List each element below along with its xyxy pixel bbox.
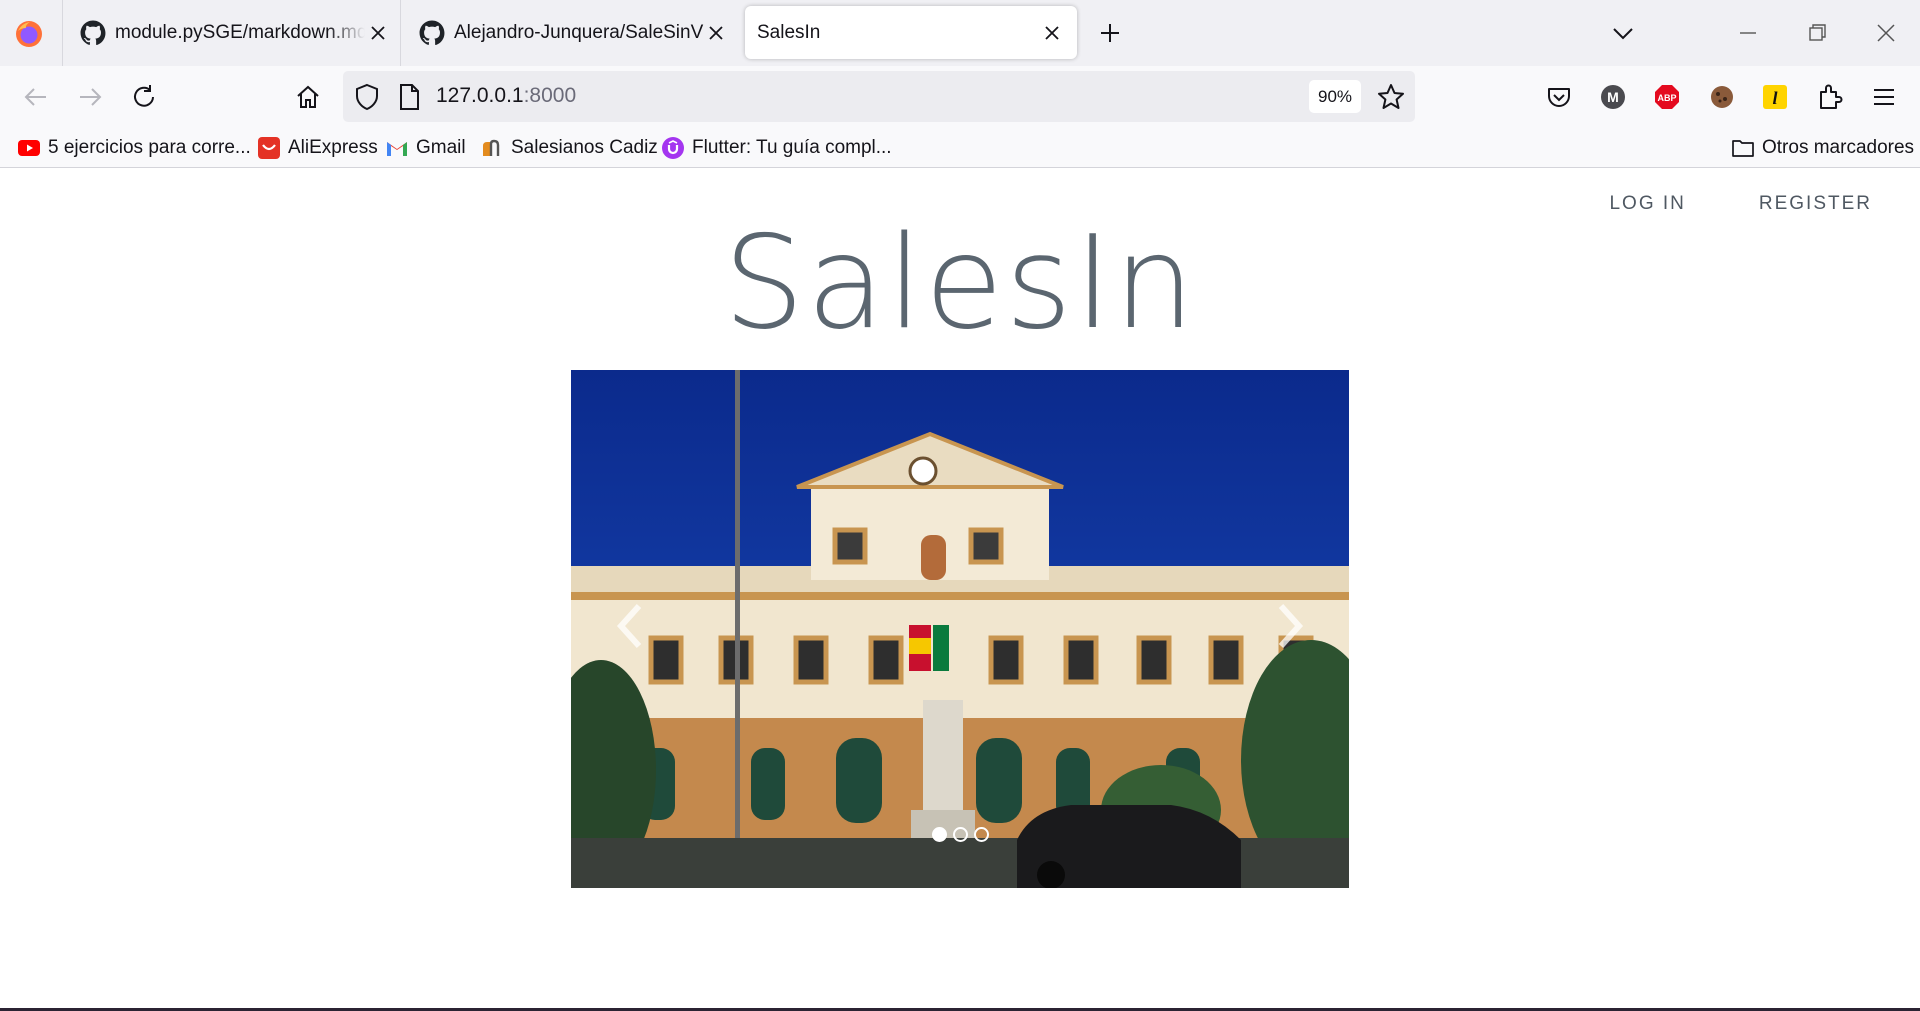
bookmark-salesianos[interactable]: Salesianos Cadiz bbox=[480, 133, 658, 163]
bookmark-label: Gmail bbox=[416, 137, 466, 158]
account-m-extension-icon[interactable]: M bbox=[1598, 82, 1628, 112]
bookmark-label: AliExpress bbox=[288, 137, 378, 158]
github-icon bbox=[80, 20, 106, 45]
close-tab-icon[interactable] bbox=[705, 22, 727, 44]
tab-salesin[interactable]: SalesIn bbox=[745, 6, 1077, 59]
navigation-toolbar: 127.0.0.1:8000 90% M ABP l bbox=[0, 66, 1920, 128]
carousel-next-icon[interactable] bbox=[1269, 598, 1309, 654]
tab-strip: module.pySGE/markdown.md at Alejandro-Ju… bbox=[0, 0, 1920, 66]
close-tab-icon[interactable] bbox=[367, 22, 389, 44]
menu-hamburger-icon[interactable] bbox=[1869, 82, 1899, 112]
youtube-icon bbox=[18, 140, 40, 156]
reload-icon[interactable] bbox=[129, 82, 159, 112]
url-port: :8000 bbox=[523, 84, 577, 107]
tab-title: module.pySGE/markdown.md at bbox=[115, 21, 365, 43]
close-tab-icon[interactable] bbox=[1041, 22, 1063, 44]
other-bookmarks-folder[interactable]: Otros marcadores bbox=[1731, 133, 1914, 163]
svg-text:ABP: ABP bbox=[1657, 93, 1676, 103]
pocket-icon[interactable] bbox=[1544, 82, 1574, 112]
bookmark-label: 5 ejercicios para corre... bbox=[48, 137, 251, 158]
close-window-icon[interactable] bbox=[1873, 20, 1899, 46]
carousel-dot-3[interactable] bbox=[973, 827, 989, 842]
carousel-dot-2[interactable] bbox=[952, 827, 968, 842]
linguee-extension-icon[interactable]: l bbox=[1760, 82, 1790, 112]
url-bar[interactable]: 127.0.0.1:8000 90% bbox=[343, 71, 1415, 122]
tab-title: SalesIn bbox=[757, 21, 821, 43]
page-info-icon[interactable] bbox=[394, 82, 424, 112]
aliexpress-icon bbox=[258, 137, 280, 159]
url-host: 127.0.0.1 bbox=[436, 84, 524, 107]
bookmark-label: Otros marcadores bbox=[1762, 137, 1915, 158]
svg-text:M: M bbox=[1607, 89, 1619, 105]
firefox-icon[interactable] bbox=[14, 19, 44, 49]
carousel-indicators bbox=[571, 827, 1349, 842]
minimize-icon[interactable] bbox=[1735, 20, 1761, 46]
school-building-photo bbox=[571, 370, 1349, 888]
bookmarks-toolbar: 5 ejercicios para corre... AliExpress Gm… bbox=[0, 128, 1920, 168]
home-icon[interactable] bbox=[293, 82, 323, 112]
bookmark-flutter-udemy[interactable]: Flutter: Tu guía compl... bbox=[661, 133, 892, 163]
list-all-tabs-icon[interactable] bbox=[1611, 22, 1635, 44]
bookmark-aliexpress[interactable]: AliExpress bbox=[257, 133, 378, 163]
tab-github-pysge[interactable]: module.pySGE/markdown.md at bbox=[80, 6, 390, 59]
site-title: SalesIn bbox=[723, 209, 1197, 358]
udemy-icon bbox=[662, 137, 684, 159]
zoom-indicator[interactable]: 90% bbox=[1309, 80, 1361, 113]
bookmark-star-icon[interactable] bbox=[1376, 82, 1406, 112]
url-text[interactable]: 127.0.0.1:8000 bbox=[436, 84, 576, 108]
bookmark-youtube[interactable]: 5 ejercicios para corre... bbox=[17, 133, 251, 163]
bookmark-label: Flutter: Tu guía compl... bbox=[692, 137, 892, 158]
github-icon bbox=[419, 20, 445, 45]
cookie-extension-icon[interactable] bbox=[1707, 82, 1737, 112]
extensions-puzzle-icon[interactable] bbox=[1815, 82, 1845, 112]
salesianos-icon bbox=[483, 139, 500, 156]
gmail-icon bbox=[387, 142, 407, 156]
folder-icon bbox=[1732, 140, 1754, 157]
back-icon[interactable] bbox=[21, 82, 51, 112]
carousel-prev-icon[interactable] bbox=[611, 598, 651, 654]
adblock-plus-icon[interactable]: ABP bbox=[1652, 82, 1682, 112]
carousel-dot-1[interactable] bbox=[931, 827, 947, 842]
svg-text:l: l bbox=[1772, 88, 1777, 108]
tab-github-salesin[interactable]: Alejandro-Junquera/SaleSinV2 bbox=[419, 6, 729, 59]
bookmark-label: Salesianos Cadiz bbox=[511, 137, 658, 158]
forward-icon[interactable] bbox=[75, 82, 105, 112]
tab-title: Alejandro-Junquera/SaleSinV2 bbox=[454, 21, 704, 43]
page-content: Log in Register SalesIn bbox=[0, 169, 1920, 1011]
bookmark-gmail[interactable]: Gmail bbox=[385, 133, 466, 163]
new-tab-icon[interactable] bbox=[1096, 19, 1124, 47]
restore-icon[interactable] bbox=[1804, 20, 1830, 46]
image-carousel[interactable] bbox=[571, 370, 1349, 888]
tracking-protection-shield-icon[interactable] bbox=[352, 82, 382, 112]
